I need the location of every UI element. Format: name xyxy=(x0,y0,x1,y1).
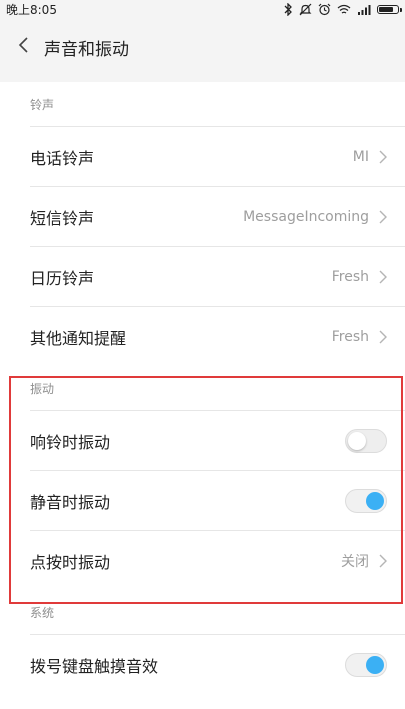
section-vibration: 振动 响铃时振动 静音时振动 点按时振动 关闭 xyxy=(0,366,405,590)
alarm-icon xyxy=(318,3,331,16)
section-header-ringtone: 铃声 xyxy=(30,97,55,112)
row-value: Fresh xyxy=(331,328,369,345)
section-system: 系统 拨号键盘触摸音效 xyxy=(0,590,405,709)
dialpad-touch-tone-toggle[interactable] xyxy=(345,652,387,677)
row-vibrate-on-tap[interactable]: 点按时振动 关闭 xyxy=(30,530,405,590)
row-label: 响铃时振动 xyxy=(30,432,111,452)
bluetooth-icon xyxy=(283,2,293,16)
title-bar: 声音和振动 xyxy=(0,18,405,76)
chevron-right-icon xyxy=(379,150,387,164)
row-other-notification[interactable]: 其他通知提醒 Fresh xyxy=(30,306,405,366)
status-time: 晚上8:05 xyxy=(6,2,57,17)
chevron-right-icon xyxy=(379,554,387,568)
vibrate-on-silent-toggle[interactable] xyxy=(345,488,387,513)
chevron-right-icon xyxy=(379,210,387,224)
chevron-right-icon xyxy=(379,330,387,344)
row-value: MI xyxy=(352,148,369,165)
row-value: MessageIncoming xyxy=(243,208,369,225)
row-label: 日历铃声 xyxy=(30,268,95,288)
row-calendar-ringtone[interactable]: 日历铃声 Fresh xyxy=(30,246,405,306)
row-label: 短信铃声 xyxy=(30,208,95,228)
row-vibrate-on-silent[interactable]: 静音时振动 xyxy=(30,470,405,530)
section-header-vibration: 振动 xyxy=(30,381,55,396)
page-title: 声音和振动 xyxy=(44,39,129,60)
row-sms-ringtone[interactable]: 短信铃声 MessageIncoming xyxy=(30,186,405,246)
row-label: 静音时振动 xyxy=(30,492,111,512)
status-icons xyxy=(283,2,402,16)
vibrate-on-ring-toggle[interactable] xyxy=(345,428,387,453)
chevron-right-icon xyxy=(379,270,387,284)
row-phone-ringtone[interactable]: 电话铃声 MI xyxy=(30,126,405,186)
row-vibrate-on-ring[interactable]: 响铃时振动 xyxy=(30,410,405,470)
status-bar: 晚上8:05 xyxy=(0,0,405,18)
back-button[interactable] xyxy=(4,27,44,67)
row-value: Fresh xyxy=(331,268,369,285)
section-header-system: 系统 xyxy=(30,605,55,620)
section-ringtone: 铃声 电话铃声 MI 短信铃声 MessageIncoming 日历铃声 Fre… xyxy=(0,82,405,366)
mute-icon xyxy=(299,3,312,16)
chevron-left-icon xyxy=(18,36,30,58)
row-label: 电话铃声 xyxy=(30,148,95,168)
row-label: 拨号键盘触摸音效 xyxy=(30,656,159,676)
wifi-icon xyxy=(337,4,351,15)
signal-icon xyxy=(357,4,371,15)
row-label: 点按时振动 xyxy=(30,552,111,572)
row-label: 其他通知提醒 xyxy=(30,328,127,348)
battery-icon xyxy=(377,4,402,14)
row-value: 关闭 xyxy=(341,553,369,570)
row-dialpad-touch-tone[interactable]: 拨号键盘触摸音效 xyxy=(30,634,405,694)
